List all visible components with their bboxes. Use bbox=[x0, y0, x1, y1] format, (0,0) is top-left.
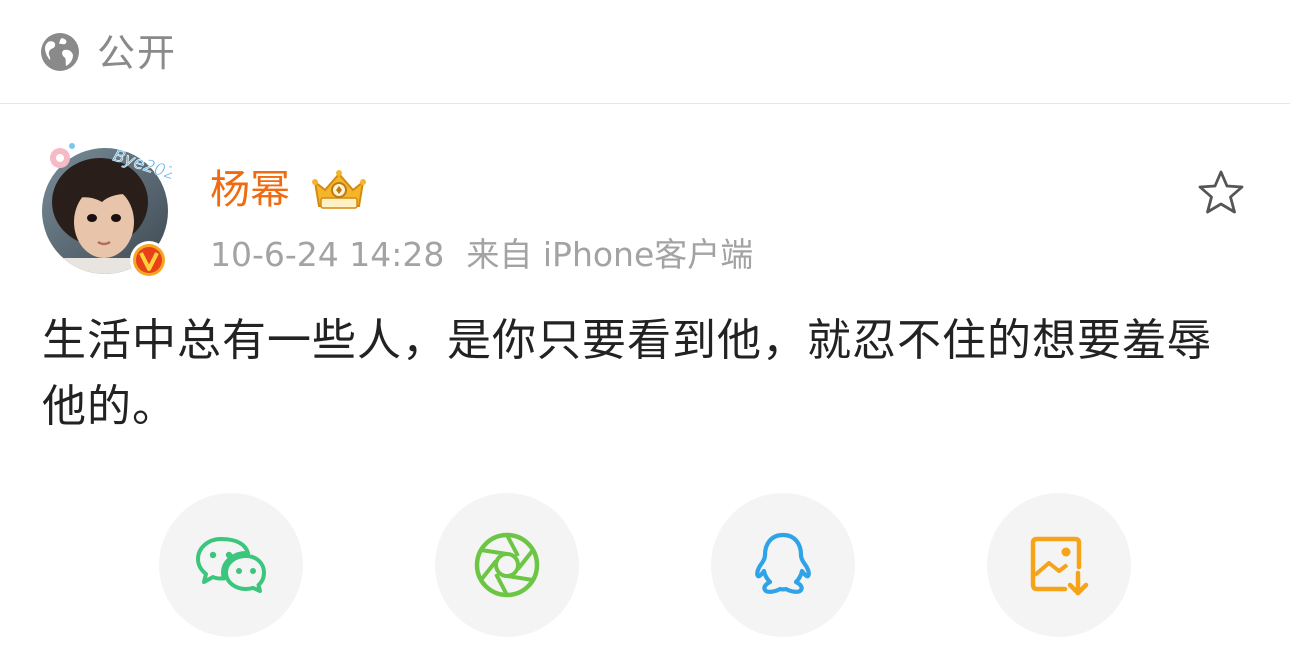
avatar[interactable]: Bye2020 bbox=[40, 130, 172, 279]
share-qq-button[interactable] bbox=[711, 493, 855, 637]
share-row bbox=[0, 493, 1290, 639]
globe-icon bbox=[41, 33, 79, 71]
post-share-sheet: 公开 Bye2020 杨幂 10-6-24 14:28 来自 iPhone客户端… bbox=[0, 0, 1290, 657]
share-wechat-button[interactable] bbox=[159, 493, 303, 637]
moments-aperture-icon bbox=[474, 532, 540, 598]
author-name[interactable]: 杨幂 bbox=[210, 166, 290, 214]
share-moments-button[interactable] bbox=[435, 493, 579, 637]
post-source: 来自 iPhone客户端 bbox=[466, 235, 754, 274]
qq-penguin-icon bbox=[755, 532, 811, 594]
visibility-bar[interactable]: 公开 bbox=[0, 0, 1290, 104]
save-image-icon bbox=[1030, 536, 1089, 596]
visibility-label: 公开 bbox=[97, 31, 178, 75]
post-date: 10-6-24 14:28 bbox=[210, 235, 445, 274]
wechat-icon bbox=[196, 537, 266, 593]
post-meta: 10-6-24 14:28 来自 iPhone客户端 bbox=[210, 234, 775, 276]
star-icon[interactable] bbox=[1195, 168, 1247, 218]
save-image-button[interactable] bbox=[987, 493, 1131, 637]
vip-crown-icon[interactable] bbox=[311, 168, 367, 214]
verified-badge-icon bbox=[130, 241, 168, 279]
post-body-text: 生活中总有一些人，是你只要看到他，就忍不住的想要羞辱他的。 bbox=[42, 315, 1212, 432]
